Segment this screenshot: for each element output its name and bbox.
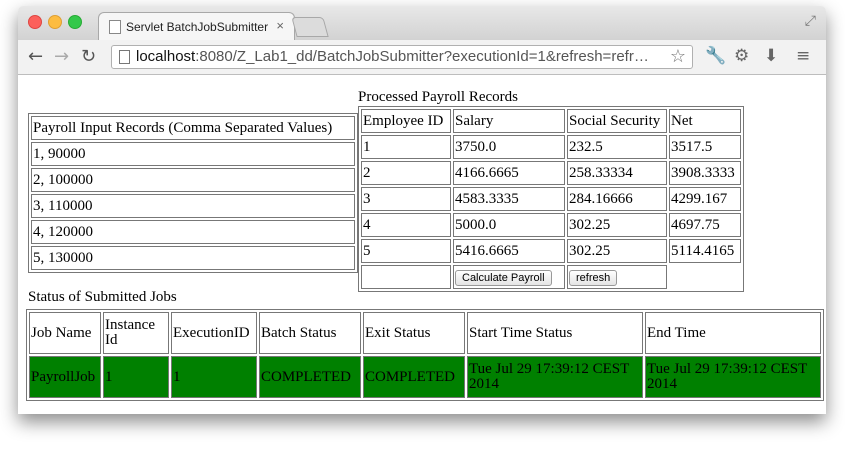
calculate-payroll-button[interactable]: Calculate Payroll — [455, 269, 552, 286]
job-status-table: Job Name Instance Id ExecutionID Batch S… — [26, 309, 824, 401]
input-records-table: Payroll Input Records (Comma Separated V… — [28, 113, 358, 273]
payroll-header: Social Security — [567, 109, 667, 133]
back-icon[interactable]: ← — [28, 46, 43, 67]
url-host: localhost — [136, 48, 196, 65]
wrench-icon[interactable]: 🔧 — [705, 46, 726, 66]
cell: 4697.75 — [669, 213, 741, 237]
input-header: Payroll Input Records (Comma Separated V… — [31, 116, 355, 140]
payroll-header: Salary — [453, 109, 565, 133]
payroll-header: Net — [669, 109, 741, 133]
cell: 3908.3333 — [669, 161, 741, 185]
url-path: :8080/Z_Lab1_dd/BatchJobSubmitter?execut… — [195, 48, 649, 65]
input-row: 2, 100000 — [31, 168, 355, 192]
page-icon — [119, 50, 130, 64]
cell: 3 — [361, 187, 451, 211]
browser-toolbar: ← → ↻ localhost:8080/Z_Lab1_dd/BatchJobS… — [18, 40, 826, 75]
forward-icon[interactable]: → — [54, 46, 69, 67]
cell: 2 — [361, 161, 451, 185]
jobs-header: End Time — [645, 312, 821, 354]
tab-close-icon[interactable]: × — [276, 18, 284, 33]
refresh-cell: refresh — [567, 265, 667, 289]
table-row: PayrollJob 1 1 COMPLETED COMPLETED Tue J… — [29, 356, 821, 398]
browser-window: Servlet BatchJobSubmitter × ⤢ ← → ↻ loca… — [18, 6, 826, 414]
cell: 1 — [361, 135, 451, 159]
payroll-table: Employee ID Salary Social Security Net 1… — [358, 106, 744, 292]
tab-batchjobsubmitter[interactable]: Servlet BatchJobSubmitter × — [98, 12, 295, 41]
cell: 3517.5 — [669, 135, 741, 159]
button-row: Calculate Payroll refresh — [361, 265, 741, 289]
page-icon — [109, 20, 121, 34]
blank-cell — [669, 265, 741, 289]
input-row: 1, 90000 — [31, 142, 355, 166]
table-row: 3 4583.3335 284.16666 4299.167 — [361, 187, 741, 211]
cell: 5416.6665 — [453, 239, 565, 263]
jobs-header: Instance Id — [103, 312, 169, 354]
fullscreen-icon[interactable]: ⤢ — [805, 13, 816, 29]
cell: Tue Jul 29 17:39:12 CEST 2014 — [467, 356, 643, 398]
download-icon[interactable]: ⬇ — [764, 46, 778, 66]
cell: 3750.0 — [453, 135, 565, 159]
calc-cell: Calculate Payroll — [453, 265, 565, 289]
cell: 232.5 — [567, 135, 667, 159]
maximize-window-button[interactable] — [68, 15, 82, 29]
cell: 4 — [361, 213, 451, 237]
tab-title: Servlet BatchJobSubmitter — [126, 20, 269, 34]
payroll-header: Employee ID — [361, 109, 451, 133]
jobs-title: Status of Submitted Jobs — [28, 289, 177, 305]
cell: 5 — [361, 239, 451, 263]
table-row: 5 5416.6665 302.25 5114.4165 — [361, 239, 741, 263]
refresh-button[interactable]: refresh — [569, 269, 618, 286]
cell: 4166.6665 — [453, 161, 565, 185]
table-row: 4 5000.0 302.25 4697.75 — [361, 213, 741, 237]
empty-cell — [361, 265, 451, 289]
table-row: 1 3750.0 232.5 3517.5 — [361, 135, 741, 159]
cell: 4299.167 — [669, 187, 741, 211]
input-row: 3, 110000 — [31, 194, 355, 218]
jobs-header: Start Time Status — [467, 312, 643, 354]
jobs-header: Job Name — [29, 312, 101, 354]
reload-icon[interactable]: ↻ — [81, 46, 96, 67]
input-row: 4, 120000 — [31, 220, 355, 244]
cell: 4583.3335 — [453, 187, 565, 211]
jobs-header: Batch Status — [259, 312, 361, 354]
jobs-header: Exit Status — [363, 312, 465, 354]
close-window-button[interactable] — [28, 15, 42, 29]
address-bar[interactable]: localhost:8080/Z_Lab1_dd/BatchJobSubmitt… — [111, 45, 693, 69]
payroll-title: Processed Payroll Records — [358, 89, 518, 105]
input-row: 5, 130000 — [31, 246, 355, 270]
minimize-window-button[interactable] — [48, 15, 62, 29]
table-row: 2 4166.6665 258.33334 3908.3333 — [361, 161, 741, 185]
cell: PayrollJob — [29, 356, 101, 398]
cell: 5000.0 — [453, 213, 565, 237]
film-reel-icon[interactable]: ⚙ — [734, 46, 749, 66]
cell: 1 — [171, 356, 257, 398]
cell: 258.33334 — [567, 161, 667, 185]
new-tab-button[interactable] — [291, 17, 329, 37]
cell: 284.16666 — [567, 187, 667, 211]
jobs-header: ExecutionID — [171, 312, 257, 354]
cell: Tue Jul 29 17:39:12 CEST 2014 — [645, 356, 821, 398]
cell: 302.25 — [567, 239, 667, 263]
cell: COMPLETED — [363, 356, 465, 398]
cell: COMPLETED — [259, 356, 361, 398]
cell: 302.25 — [567, 213, 667, 237]
cell: 1 — [103, 356, 169, 398]
menu-icon[interactable]: ≡ — [796, 46, 810, 66]
url-text: localhost:8080/Z_Lab1_dd/BatchJobSubmitt… — [136, 48, 649, 65]
bookmark-star-icon[interactable]: ☆ — [670, 46, 686, 67]
cell: 5114.4165 — [669, 239, 741, 263]
tab-bar: Servlet BatchJobSubmitter × ⤢ — [18, 6, 826, 41]
page-content: Payroll Input Records (Comma Separated V… — [18, 75, 826, 414]
